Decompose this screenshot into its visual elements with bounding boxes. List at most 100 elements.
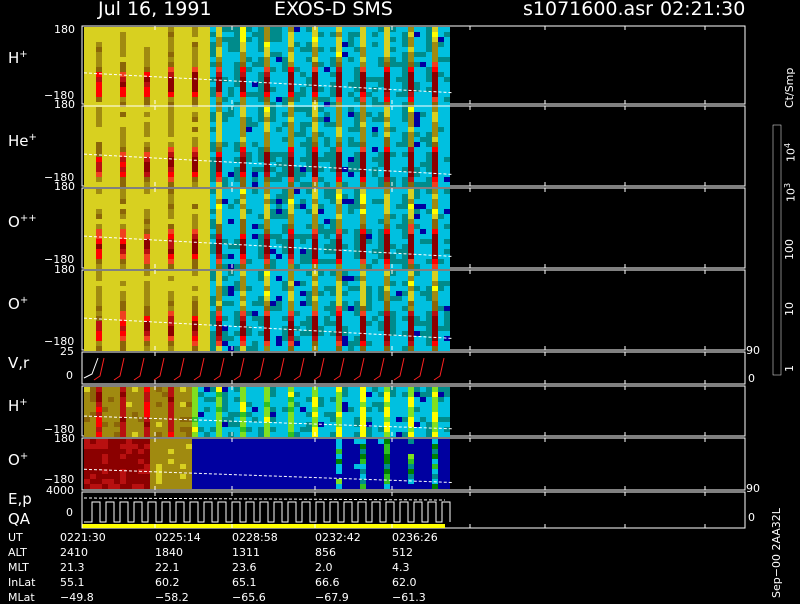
spectrogram-cell — [252, 42, 258, 47]
spectrogram-cell — [312, 57, 318, 62]
spectrogram-cell — [396, 224, 402, 229]
spectrogram-cell — [336, 397, 342, 402]
spectrogram-cell — [378, 331, 384, 336]
spectrogram-cell — [156, 92, 162, 97]
spectrogram-cell — [228, 97, 234, 102]
spectrogram-cell — [198, 249, 204, 254]
spectrogram-cell — [270, 182, 276, 187]
spectrogram-cell — [234, 112, 240, 117]
spectrogram-cell — [384, 92, 390, 97]
spectrogram-cell — [204, 199, 210, 204]
spectrogram-cell — [432, 259, 438, 264]
spectrogram-cell — [288, 264, 294, 269]
spectrogram-cell — [234, 142, 240, 147]
spectrogram-cell — [432, 42, 438, 47]
spectrogram-cell — [186, 189, 192, 194]
spectrogram-cell — [192, 444, 198, 449]
spectrogram-cell — [228, 47, 234, 52]
spectrogram-cell — [330, 152, 336, 157]
spectrogram-cell — [150, 249, 156, 254]
spectrogram-cell — [114, 62, 120, 67]
spectrogram-cell — [294, 87, 300, 92]
spectrogram-cell — [228, 412, 234, 417]
spectrogram-cell — [402, 296, 408, 301]
spectrogram-cell — [444, 392, 450, 397]
spectrogram-cell — [132, 244, 138, 249]
spectrogram-cell — [252, 87, 258, 92]
spectrogram-cell — [84, 122, 90, 127]
spectrogram-cell — [204, 52, 210, 57]
spectrogram-cell — [114, 162, 120, 167]
spectrogram-cell — [132, 326, 138, 331]
spectrogram-cell — [312, 32, 318, 37]
spectrogram-cell — [426, 286, 432, 291]
spectrogram-cell — [168, 199, 174, 204]
spectrogram-cell — [438, 296, 444, 301]
spectrogram-cell — [432, 249, 438, 254]
spectrogram-cell — [246, 117, 252, 122]
spectrogram-cell — [372, 306, 378, 311]
spectrogram-cell — [204, 432, 210, 437]
spectrogram-cell — [348, 311, 354, 316]
spectrogram-cell — [108, 239, 114, 244]
spectrogram-cell — [192, 47, 198, 52]
spectrogram-cell — [258, 474, 264, 479]
spectrogram-cell — [348, 194, 354, 199]
spectrogram-cell — [240, 112, 246, 117]
spectrogram-cell — [150, 427, 156, 432]
spectrogram-cell — [132, 387, 138, 392]
spectrogram-cell — [444, 47, 450, 52]
spectrogram-cell — [408, 204, 414, 209]
spectrogram-cell — [96, 336, 102, 341]
spectrogram-cell — [216, 484, 222, 489]
spectrogram-cell — [264, 444, 270, 449]
spectrogram-cell — [84, 346, 90, 351]
spectrogram-cell — [108, 276, 114, 281]
spectrogram-cell — [282, 417, 288, 422]
spectrogram-cell — [342, 209, 348, 214]
spectrogram-cell — [204, 326, 210, 331]
spectrogram-cell — [168, 137, 174, 142]
spectrogram-cell — [96, 204, 102, 209]
spectrogram-cell — [342, 281, 348, 286]
spectrogram-cell — [198, 209, 204, 214]
spectrogram-cell — [126, 172, 132, 177]
spectrogram-cell — [264, 412, 270, 417]
spectrogram-cell — [234, 412, 240, 417]
spectrogram-cell — [240, 286, 246, 291]
spectrogram-cell — [180, 37, 186, 42]
spectrogram-cell — [192, 77, 198, 82]
spectrogram-cell — [174, 264, 180, 269]
spectrogram-cell — [438, 341, 444, 346]
spectrogram-cell — [126, 474, 132, 479]
spectrogram-cell — [378, 311, 384, 316]
spectrogram-cell — [402, 291, 408, 296]
spectrogram-cell — [306, 301, 312, 306]
spectrogram-cell — [258, 209, 264, 214]
spectrogram-cell — [258, 47, 264, 52]
spectrogram-cell — [354, 417, 360, 422]
spectrogram-cell — [360, 37, 366, 42]
vr-trace — [214, 358, 224, 380]
spectrogram-cell — [240, 336, 246, 341]
spectrogram-cell — [432, 167, 438, 172]
spectrogram-cell — [366, 306, 372, 311]
spectrogram-cell — [444, 214, 450, 219]
spectrogram-cell — [126, 392, 132, 397]
spectrogram-cell — [192, 412, 198, 417]
spectrogram-cell — [282, 42, 288, 47]
spectrogram-cell — [138, 427, 144, 432]
spectrogram-cell — [330, 92, 336, 97]
spectrogram-cell — [426, 157, 432, 162]
spectrogram-cell — [90, 37, 96, 42]
spectrogram-cell — [234, 422, 240, 427]
spectrogram-cell — [330, 276, 336, 281]
spectrogram-cell — [372, 244, 378, 249]
spectrogram-cell — [126, 291, 132, 296]
spectrogram-cell — [204, 127, 210, 132]
spectrogram-cell — [288, 214, 294, 219]
spectrogram-cell — [294, 321, 300, 326]
spectrogram-cell — [420, 199, 426, 204]
spectrogram-cell — [264, 271, 270, 276]
spectrogram-cell — [252, 254, 258, 259]
